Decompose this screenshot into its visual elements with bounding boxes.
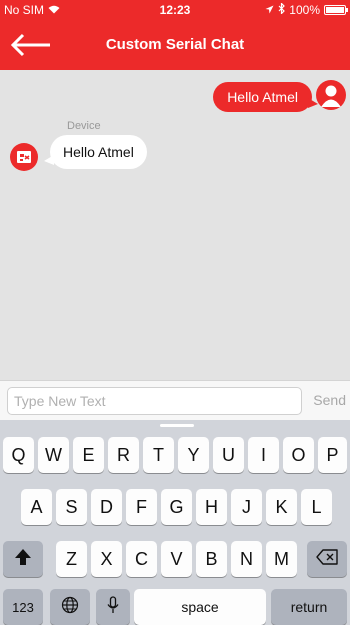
page-title: Custom Serial Chat bbox=[105, 36, 245, 53]
key-n[interactable]: N bbox=[231, 541, 262, 577]
composer-bar: Send bbox=[0, 380, 350, 420]
battery-percent: 100% bbox=[289, 3, 320, 17]
key-u[interactable]: U bbox=[213, 437, 244, 473]
key-d[interactable]: D bbox=[91, 489, 122, 525]
chat-area[interactable]: Hello Atmel Device Hello Atmel bbox=[0, 70, 350, 380]
key-r[interactable]: R bbox=[108, 437, 139, 473]
key-a[interactable]: A bbox=[21, 489, 52, 525]
device-sender-label: Device bbox=[67, 120, 101, 132]
globe-key[interactable] bbox=[50, 589, 90, 625]
key-g[interactable]: G bbox=[161, 489, 192, 525]
keyboard-drag-handle[interactable] bbox=[160, 424, 194, 427]
key-w[interactable]: W bbox=[38, 437, 69, 473]
shift-icon bbox=[14, 548, 32, 571]
status-right: 100% bbox=[265, 2, 348, 17]
key-e[interactable]: E bbox=[73, 437, 104, 473]
status-bar: No SIM 12:23 100% bbox=[0, 0, 350, 20]
message-input[interactable] bbox=[7, 387, 302, 415]
key-v[interactable]: V bbox=[161, 541, 192, 577]
key-y[interactable]: Y bbox=[178, 437, 209, 473]
key-h[interactable]: H bbox=[196, 489, 227, 525]
return-key[interactable]: return bbox=[271, 589, 347, 625]
key-p[interactable]: P bbox=[318, 437, 347, 473]
key-j[interactable]: J bbox=[231, 489, 262, 525]
device-avatar-icon bbox=[10, 143, 38, 171]
key-s[interactable]: S bbox=[56, 489, 87, 525]
backspace-key[interactable] bbox=[307, 541, 347, 577]
keyboard: Q W E R T Y U I O P A S D F G H J K L Z … bbox=[0, 420, 350, 625]
incoming-message: Hello Atmel bbox=[44, 135, 147, 169]
key-t[interactable]: T bbox=[143, 437, 174, 473]
user-avatar-icon bbox=[316, 80, 346, 110]
outgoing-message: Hello Atmel bbox=[213, 82, 318, 112]
key-c[interactable]: C bbox=[126, 541, 157, 577]
key-f[interactable]: F bbox=[126, 489, 157, 525]
dictation-key[interactable] bbox=[96, 589, 130, 625]
key-m[interactable]: M bbox=[266, 541, 297, 577]
globe-icon bbox=[61, 596, 79, 619]
key-q[interactable]: Q bbox=[3, 437, 34, 473]
space-key[interactable]: space bbox=[134, 589, 266, 625]
microphone-icon bbox=[107, 595, 119, 619]
outgoing-message-text: Hello Atmel bbox=[227, 89, 298, 105]
incoming-message-text: Hello Atmel bbox=[63, 144, 134, 160]
key-l[interactable]: L bbox=[301, 489, 332, 525]
battery-icon bbox=[324, 5, 348, 15]
key-x[interactable]: X bbox=[91, 541, 122, 577]
nav-bar: Custom Serial Chat bbox=[0, 20, 350, 70]
shift-key[interactable] bbox=[3, 541, 43, 577]
send-button[interactable]: Send bbox=[313, 392, 346, 408]
key-k[interactable]: K bbox=[266, 489, 297, 525]
key-i[interactable]: I bbox=[248, 437, 279, 473]
location-icon bbox=[265, 3, 274, 17]
key-z[interactable]: Z bbox=[56, 541, 87, 577]
key-b[interactable]: B bbox=[196, 541, 227, 577]
backspace-icon bbox=[316, 548, 338, 570]
numbers-key[interactable]: 123 bbox=[3, 589, 43, 625]
bluetooth-icon bbox=[278, 2, 286, 17]
key-o[interactable]: O bbox=[283, 437, 314, 473]
